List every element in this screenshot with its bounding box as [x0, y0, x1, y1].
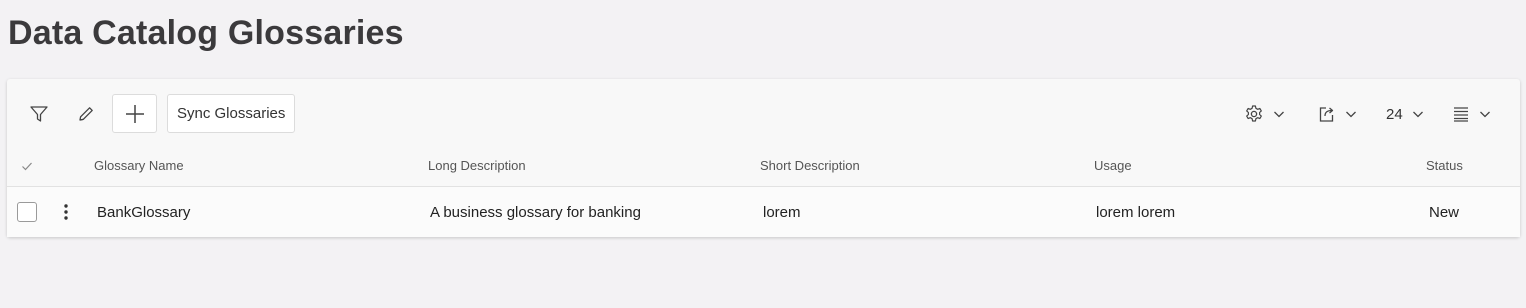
column-header-status[interactable]: Status: [1426, 158, 1463, 173]
column-header-long-description[interactable]: Long Description: [428, 158, 526, 173]
sync-glossaries-button[interactable]: Sync Glossaries: [167, 94, 296, 133]
row-checkbox[interactable]: [17, 202, 37, 222]
page-size-value: 24: [1386, 105, 1403, 123]
cell-short-description: lorem: [763, 204, 801, 221]
column-header-usage[interactable]: Usage: [1094, 158, 1132, 173]
toolbar: Sync Glossaries 24: [7, 79, 1520, 149]
cell-status: New: [1429, 204, 1460, 221]
column-header-short-description[interactable]: Short Description: [760, 158, 860, 173]
more-vertical-icon: [64, 204, 68, 220]
edit-button[interactable]: [70, 98, 102, 130]
chevron-down-icon: [1412, 108, 1424, 120]
cell-long-description: A business glossary for banking: [430, 204, 641, 221]
export-icon: [1318, 105, 1336, 123]
gear-icon: [1244, 104, 1264, 124]
pencil-icon: [77, 105, 95, 123]
glossaries-panel: Sync Glossaries 24 Glossary Name Long De…: [7, 79, 1520, 237]
export-dropdown[interactable]: [1318, 98, 1357, 130]
chevron-down-icon: [1345, 108, 1357, 120]
list-layout-icon: [1452, 105, 1470, 123]
select-all-checkmark[interactable]: [21, 160, 33, 172]
checkmark-icon: [21, 160, 33, 172]
table-header: Glossary Name Long Description Short Des…: [7, 149, 1520, 187]
page-size-dropdown[interactable]: 24: [1386, 98, 1424, 130]
column-header-glossary-name[interactable]: Glossary Name: [94, 158, 184, 173]
plus-icon: [125, 104, 145, 124]
layout-dropdown[interactable]: [1452, 98, 1491, 130]
chevron-down-icon: [1273, 108, 1285, 120]
page-title: Data Catalog Glossaries: [8, 14, 404, 52]
table-row[interactable]: BankGlossary A business glossary for ban…: [7, 187, 1520, 237]
cell-glossary-name[interactable]: BankGlossary: [97, 204, 190, 221]
row-actions-button[interactable]: [59, 201, 73, 223]
cell-usage: lorem lorem: [1096, 204, 1176, 221]
add-button[interactable]: [112, 94, 157, 133]
filter-icon: [29, 104, 49, 124]
filter-button[interactable]: [23, 98, 55, 130]
settings-dropdown[interactable]: [1244, 98, 1285, 130]
chevron-down-icon: [1479, 108, 1491, 120]
